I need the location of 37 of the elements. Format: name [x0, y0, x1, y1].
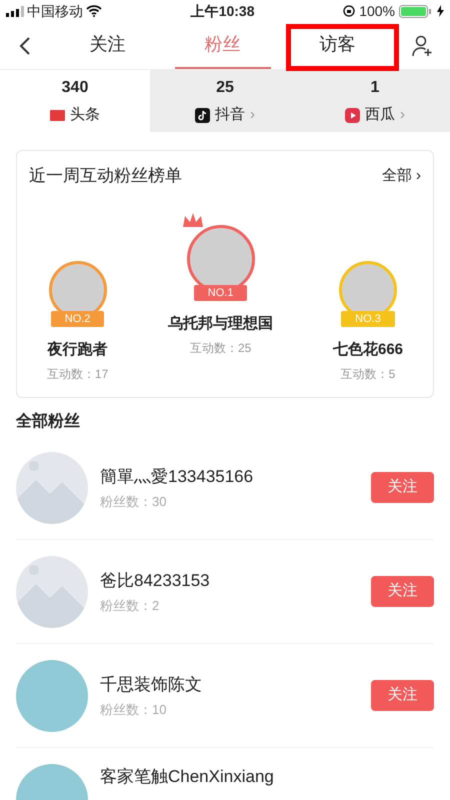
platform-stat-tab[interactable]: 340 头条: [0, 70, 150, 132]
rank-ribbon: NO.2: [50, 310, 104, 326]
platform-stat-tab[interactable]: 25 抖音 ›: [150, 70, 300, 132]
status-time: 上午10:38: [190, 2, 254, 20]
tab[interactable]: 访客: [290, 22, 386, 69]
back-icon: [19, 36, 31, 56]
rank-ribbon: NO.1: [194, 284, 248, 300]
rank-ribbon: NO.3: [341, 310, 395, 326]
fan-count: 粉丝数：30: [100, 492, 168, 510]
fan-name: 爸比84233153: [100, 570, 211, 592]
card-title: 近一周互动粉丝榜单: [29, 165, 182, 187]
signal-icon: [6, 6, 24, 16]
play-icon: [345, 108, 360, 122]
view-all-link[interactable]: 全部 ›: [382, 164, 421, 187]
fan-name: 客家笔触ChenXinxiang: [100, 766, 275, 788]
interaction-count: 互动数：25: [190, 340, 252, 357]
fan-name: 七色花666: [333, 340, 404, 360]
fan-count: 粉丝数：2: [100, 596, 160, 614]
battery-percent: 100%: [359, 2, 395, 20]
fan-name: 夜行跑者: [48, 340, 108, 360]
rotation-lock-icon: [343, 5, 356, 17]
charging-icon: [437, 5, 444, 17]
battery-icon: [399, 4, 433, 18]
interaction-count: 互动数：5: [340, 366, 396, 383]
tab[interactable]: 关注: [60, 22, 156, 69]
fan-name: 簡單灬愛133435166: [100, 466, 254, 488]
fan-name: 乌托邦与理想国: [168, 314, 274, 334]
section-title: 全部粉丝: [16, 411, 81, 432]
fan-name: 千思装饰陈文: [100, 674, 203, 696]
interaction-count: 互动数：17: [46, 366, 108, 383]
fan-count: 粉丝数：10: [100, 700, 168, 718]
wifi-icon: [86, 5, 102, 17]
add-user-icon: [412, 34, 434, 56]
carrier-name: 中国移动: [27, 2, 83, 20]
music-note-icon: [195, 108, 210, 122]
platform-logo-icon: [50, 110, 65, 120]
platform-stat-tab[interactable]: 1 西瓜 ›: [300, 70, 450, 132]
